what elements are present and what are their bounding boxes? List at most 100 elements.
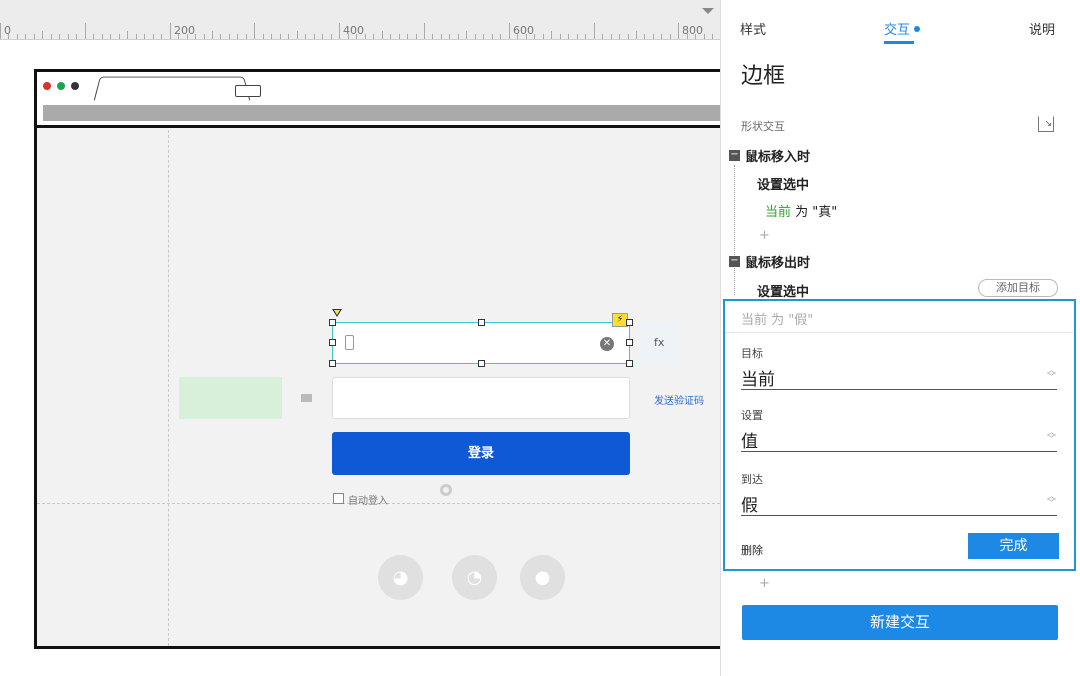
ruler-tick: [101, 34, 103, 39]
weibo-icon[interactable]: ◔: [452, 555, 497, 600]
ruler-tick: [313, 34, 315, 39]
phone-input-field[interactable]: [332, 322, 630, 364]
ruler-tick: [237, 34, 239, 39]
resize-handle[interactable]: [626, 339, 633, 346]
ruler-tick: [228, 34, 230, 39]
tab-style[interactable]: 样式: [740, 19, 766, 38]
spinner-icon[interactable]: ︿ ﹀: [1047, 429, 1056, 445]
event-mouse-leave[interactable]: 鼠标移出时: [745, 252, 810, 271]
gear-icon: [440, 484, 452, 496]
ruler-tick: [262, 34, 264, 39]
select-to[interactable]: 假: [741, 491, 758, 516]
spinner-icon[interactable]: ︿ ﹀: [1047, 367, 1056, 383]
green-rectangle[interactable]: [179, 377, 282, 419]
field-label-to: 到达: [741, 473, 763, 486]
new-tab-shape: [235, 85, 261, 97]
login-button[interactable]: 登录: [332, 432, 630, 475]
ruler-tick: [0, 23, 1, 39]
ruler-tick: [542, 34, 544, 39]
wechat-icon[interactable]: ◕: [378, 555, 423, 600]
delete-button[interactable]: 删除: [741, 542, 763, 558]
ruler-tick: [254, 23, 256, 39]
action-editor: 当前 为 "假" 目标 当前 ︿ ﹀ 设置 值 ︿ ﹀ 到达 假 ︿ ﹀ 删除 完成: [723, 299, 1076, 571]
ruler-tick: [424, 23, 425, 39]
ruler-tick: [59, 34, 61, 39]
new-interaction-button[interactable]: 新建交互: [742, 605, 1058, 640]
panel-title: 边框: [741, 64, 786, 89]
done-button[interactable]: 完成: [968, 533, 1059, 559]
resize-handle[interactable]: [329, 319, 336, 326]
ruler-tick: [500, 34, 502, 39]
active-tab-indicator: [884, 41, 914, 44]
close-dot-icon: [43, 82, 51, 90]
tab-interaction-label: 交互: [884, 23, 911, 38]
ruler-tick: [245, 34, 247, 39]
ruler-tick: [16, 34, 18, 39]
ruler-tick: [135, 34, 137, 39]
add-event-icon[interactable]: +: [759, 576, 770, 591]
browser-tab-shape: [93, 76, 251, 101]
add-action-icon[interactable]: +: [759, 228, 770, 243]
tab-interaction[interactable]: 交互: [884, 19, 921, 38]
ruler-tick: [593, 23, 595, 39]
send-code-link[interactable]: 发送验证码: [654, 392, 704, 407]
ruler-tick: [449, 34, 451, 39]
ruler-tick: [271, 34, 273, 39]
ruler-tick: [652, 34, 654, 39]
field-underline: [741, 515, 1057, 516]
ruler-tick: [296, 31, 298, 39]
properties-panel: 样式 交互 说明 边框 形状交互 ↘ − 鼠标移入时 设置选中 当前 为 "真"…: [720, 0, 1080, 676]
ruler-tick: [364, 34, 366, 39]
ruler-label: 800: [682, 24, 703, 37]
ruler-tick: [568, 34, 570, 39]
action-set-selected[interactable]: 设置选中: [757, 174, 809, 193]
resize-handle[interactable]: [329, 360, 336, 367]
resize-handle[interactable]: [478, 319, 485, 326]
tab-notes[interactable]: 说明: [1029, 19, 1055, 38]
collapse-event-icon[interactable]: −: [729, 256, 740, 267]
resize-handle[interactable]: [329, 339, 336, 346]
ruler-tick: [661, 34, 663, 39]
resize-handle[interactable]: [626, 360, 633, 367]
resize-handle[interactable]: [626, 319, 633, 326]
auto-login-checkbox[interactable]: [333, 493, 344, 504]
ruler-tick: [381, 31, 383, 39]
collapse-icon[interactable]: ↘: [1038, 116, 1054, 132]
ruler-tick: [551, 31, 553, 39]
ruler-tick: [644, 34, 646, 39]
ruler-label: 400: [343, 24, 364, 37]
ruler-dropdown-icon[interactable]: [702, 8, 714, 14]
ruler-tick: [84, 23, 86, 39]
code-input-field[interactable]: [332, 377, 630, 419]
target-current: 当前: [765, 205, 792, 220]
add-target-button[interactable]: 添加目标: [978, 279, 1058, 297]
ruler-tick: [93, 34, 95, 39]
ruler-tick: [534, 34, 536, 39]
select-set[interactable]: 值: [741, 427, 758, 452]
ruler-tick: [127, 31, 129, 39]
fx-label[interactable]: fx: [640, 322, 680, 364]
ruler-tick: [152, 34, 154, 39]
design-canvas[interactable]: 0 200 400 600 800 ✕ ⚡ fx 发送验证码 登录 自动登入 ◕: [0, 0, 734, 676]
event-mouse-enter[interactable]: 鼠标移入时: [745, 146, 810, 165]
ruler-tick: [636, 31, 637, 39]
resize-handle[interactable]: [478, 360, 485, 367]
action-detail[interactable]: 当前 为 "真": [765, 201, 837, 220]
ruler-tick: [373, 34, 375, 39]
ruler-tick: [390, 34, 392, 39]
ruler-tick: [483, 34, 485, 39]
qq-icon[interactable]: ●: [520, 555, 565, 600]
horizontal-ruler: 0 200 400 600 800: [0, 0, 720, 40]
select-target[interactable]: 当前: [741, 365, 775, 390]
ruler-tick: [76, 34, 78, 39]
ruler-tick: [279, 34, 281, 39]
spinner-icon[interactable]: ︿ ﹀: [1047, 493, 1056, 509]
collapse-event-icon[interactable]: −: [729, 150, 740, 161]
field-underline: [741, 451, 1057, 452]
clear-icon[interactable]: ✕: [600, 337, 614, 351]
action-set-selected[interactable]: 设置选中: [757, 281, 809, 300]
ruler-tick: [25, 34, 27, 39]
ruler-tick: [118, 34, 120, 39]
ruler-tick: [440, 34, 442, 39]
ruler-tick: [220, 34, 222, 39]
